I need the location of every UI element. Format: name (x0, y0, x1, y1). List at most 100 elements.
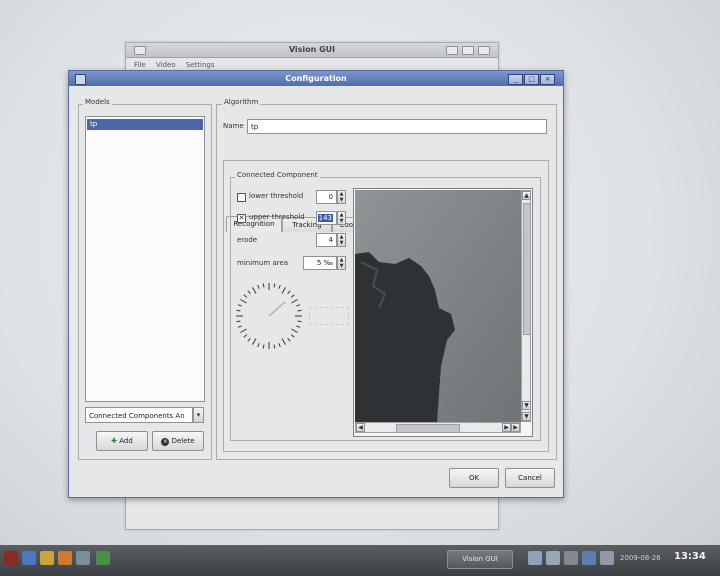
dial-tick (237, 325, 242, 328)
dial-tick (257, 284, 260, 289)
dial-tick (262, 283, 265, 288)
dial-tick (273, 283, 276, 288)
upper-threshold-label: upper threshold (249, 213, 305, 221)
dial-tick (290, 334, 295, 338)
taskbar-date: 2009-08-26 (620, 554, 661, 562)
ok-button[interactable]: OK (449, 468, 499, 488)
start-menu-icon[interactable] (4, 551, 18, 565)
dial-tick (262, 344, 265, 349)
erode-spin[interactable]: 4 (316, 233, 337, 247)
tray-clipboard-icon[interactable] (600, 551, 614, 565)
image-horizontal-scrollbar[interactable]: ◀ ▶ ▶ (355, 422, 521, 433)
name-field[interactable]: tp (247, 119, 547, 134)
menu-file[interactable]: File (134, 61, 146, 69)
tray-volume-icon[interactable] (546, 551, 560, 565)
vision-gui-titlebar[interactable]: Vision GUI (126, 43, 498, 58)
camera-image (355, 190, 521, 422)
scroll-left-arrow-icon[interactable]: ◀ (356, 423, 365, 432)
dial-tick (296, 325, 301, 328)
configuration-titlebar[interactable]: Configuration _ □ × (69, 71, 563, 86)
scroll-up-arrow-icon[interactable]: ▲ (522, 191, 531, 200)
dial-tick (297, 320, 302, 323)
image-vertical-scrollbar[interactable]: ▲ ▼ ▼ (521, 190, 531, 422)
dial-tick (278, 343, 281, 348)
dial-tick (278, 284, 281, 289)
erode-stepper[interactable]: ▲ ▼ (337, 233, 346, 247)
angle-dial[interactable] (233, 276, 305, 354)
image-preview-frame: ▲ ▼ ▼ ◀ ▶ ▶ (353, 188, 533, 437)
configuration-title: Configuration (285, 74, 347, 83)
cancel-button[interactable]: Cancel (505, 468, 555, 488)
chevron-down-icon[interactable]: ▾ (193, 407, 204, 423)
browser-icon[interactable] (58, 551, 72, 565)
vertical-scroll-thumb[interactable] (523, 203, 531, 335)
dial-tick (297, 309, 302, 312)
add-model-button[interactable]: ✚ Add (96, 431, 148, 451)
minimum-area-stepper[interactable]: ▲ ▼ (337, 256, 346, 270)
dial-tick (237, 304, 242, 307)
configuration-dialog: Configuration _ □ × Models tp Connected … (68, 70, 564, 498)
menu-settings[interactable]: Settings (186, 61, 215, 69)
scroll-down-arrow-icon-2[interactable]: ▼ (522, 412, 531, 421)
lower-threshold-stepper[interactable]: ▲ ▼ (337, 190, 346, 204)
dial-tick (243, 334, 248, 338)
dial-tick (240, 328, 247, 333)
dial-needle (268, 301, 286, 317)
lower-threshold-label: lower threshold (249, 192, 304, 200)
maximize-icon[interactable]: □ (524, 74, 539, 85)
tray-update-icon[interactable] (582, 551, 596, 565)
dial-tick (287, 337, 291, 342)
taskbar-vision-gui-button[interactable]: Vision GUI (447, 550, 513, 569)
add-icon: ✚ (111, 437, 118, 445)
erode-label: erode (237, 236, 258, 244)
lower-threshold-checkbox[interactable] (237, 193, 246, 202)
files-icon[interactable] (40, 551, 54, 565)
close-icon[interactable] (478, 46, 490, 55)
upper-threshold-stepper[interactable]: ▲ ▼ (337, 211, 346, 225)
dial-tick (281, 287, 286, 294)
delete-model-button[interactable]: × Delete (152, 431, 204, 451)
minimize-icon[interactable] (446, 46, 458, 55)
list-item[interactable]: tp (87, 119, 203, 130)
vision-gui-title: Vision GUI (288, 45, 336, 54)
add-model-label: Add (119, 437, 133, 445)
scroll-right-arrow-icon-2[interactable]: ▶ (511, 423, 520, 432)
lower-threshold-spin[interactable]: 0 (316, 190, 337, 204)
taskbar-clock[interactable]: 13:34 (674, 551, 706, 562)
app-icon[interactable] (96, 551, 110, 565)
dial-value-spin (309, 307, 349, 325)
dial-tick (252, 287, 257, 294)
models-list[interactable]: tp (85, 116, 205, 402)
maximize-icon[interactable] (462, 46, 474, 55)
tray-network-icon[interactable] (528, 551, 542, 565)
tray-battery-icon[interactable] (564, 551, 578, 565)
minimize-icon[interactable]: _ (508, 74, 523, 85)
horizontal-scroll-thumb[interactable] (396, 424, 460, 433)
dial-tick (247, 290, 251, 295)
close-icon[interactable]: × (540, 74, 555, 85)
delete-model-label: Delete (171, 437, 195, 445)
launcher-icon[interactable] (22, 551, 36, 565)
dial-tick (236, 320, 241, 323)
vision-gui-menubar: File Video Settings (134, 61, 223, 69)
upper-threshold-checkbox[interactable]: ✕ (237, 214, 246, 223)
terminal-icon[interactable] (76, 551, 90, 565)
minimum-area-spin[interactable]: 5 ‰ (303, 256, 337, 270)
scroll-down-arrow-icon[interactable]: ▼ (522, 401, 531, 410)
dial-tick (240, 299, 247, 304)
upper-threshold-value: 143 (317, 214, 333, 222)
minimum-area-label: minimum area (237, 259, 289, 267)
dial-tick (236, 309, 241, 312)
dial-tick (296, 304, 301, 307)
scroll-right-arrow-icon[interactable]: ▶ (502, 423, 511, 432)
dial-tick (287, 290, 291, 295)
dial-tick (252, 338, 257, 345)
dial-tick (243, 294, 248, 298)
dial-tick (247, 337, 251, 342)
dial-tick (290, 294, 295, 298)
model-type-combo[interactable]: Connected Components An (85, 407, 193, 423)
dial-tick (273, 344, 276, 349)
models-group-label: Models (83, 98, 112, 106)
upper-threshold-spin[interactable]: 143 (316, 211, 337, 225)
menu-video[interactable]: Video (156, 61, 176, 69)
